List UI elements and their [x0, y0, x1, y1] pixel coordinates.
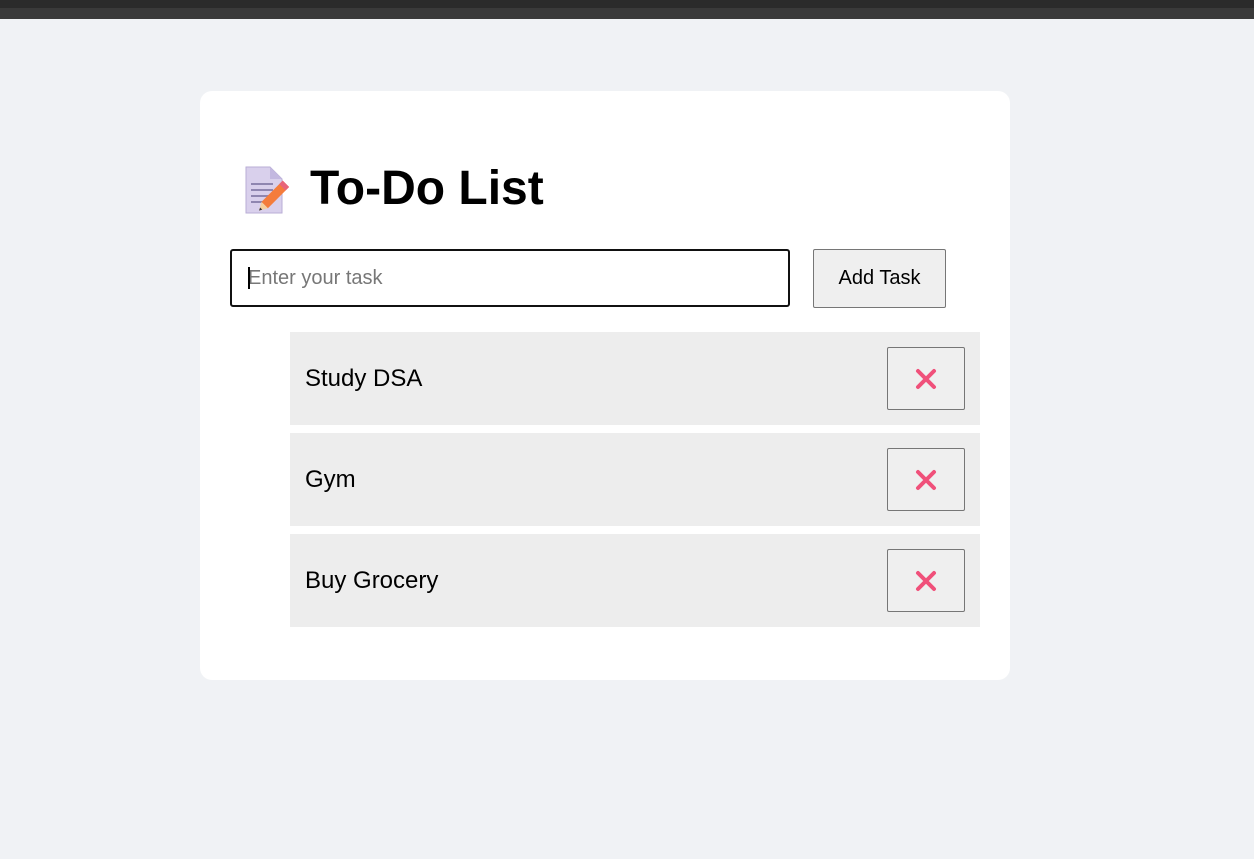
- browser-top-line: [0, 0, 1254, 8]
- close-icon: [916, 368, 936, 389]
- todo-card: To-Do List Add Task Study DSA Gym Buy Gr…: [200, 91, 1010, 680]
- browser-top-bar: [0, 0, 1254, 19]
- text-caret: [248, 267, 250, 289]
- task-label: Study DSA: [305, 365, 423, 392]
- delete-task-button[interactable]: [887, 448, 965, 511]
- task-label: Gym: [305, 466, 356, 493]
- close-icon: [916, 469, 936, 490]
- delete-task-button[interactable]: [887, 549, 965, 612]
- task-item: Gym: [290, 433, 980, 526]
- page-title: To-Do List: [310, 162, 544, 215]
- delete-task-button[interactable]: [887, 347, 965, 410]
- task-list: Study DSA Gym Buy Grocery: [290, 332, 980, 635]
- task-input[interactable]: [230, 249, 790, 307]
- add-task-button[interactable]: Add Task: [813, 249, 946, 308]
- task-label: Buy Grocery: [305, 567, 439, 594]
- task-item: Study DSA: [290, 332, 980, 425]
- task-item: Buy Grocery: [290, 534, 980, 627]
- close-icon: [916, 570, 936, 591]
- memo-icon: [240, 163, 290, 215]
- title-row: To-Do List: [240, 161, 544, 217]
